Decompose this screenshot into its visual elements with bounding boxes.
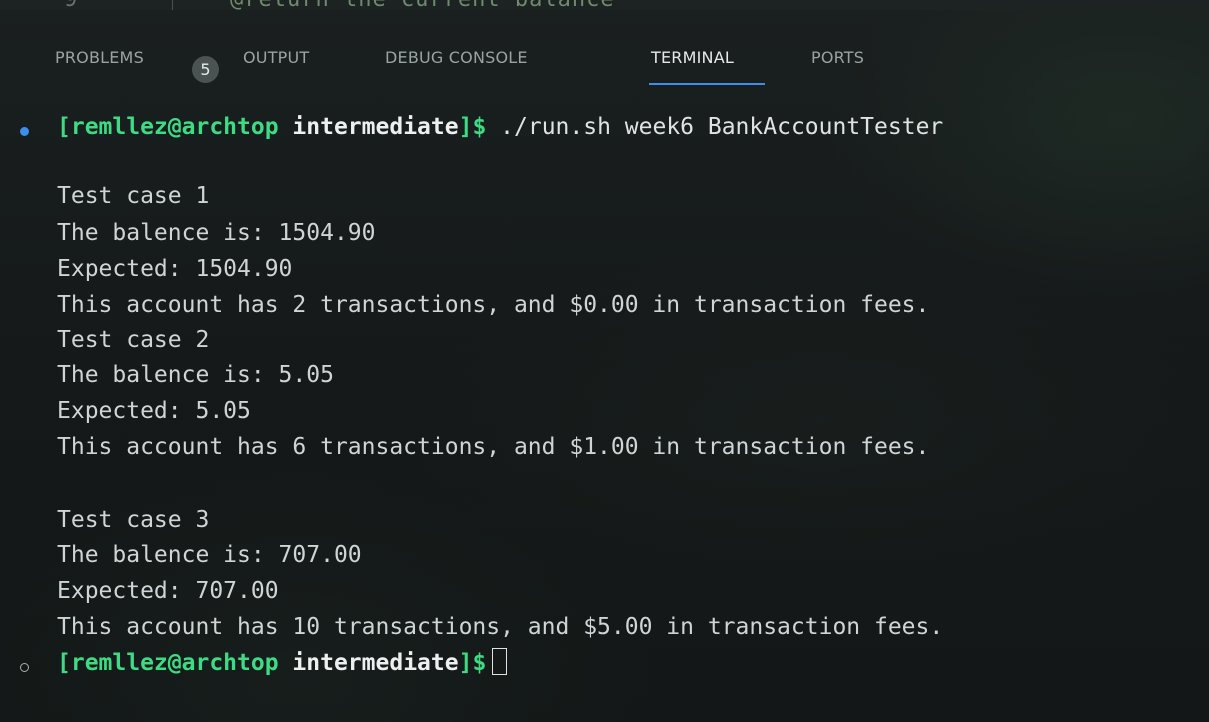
prompt-suffix: ]$: [458, 114, 487, 140]
prompt-directory: intermediate: [292, 650, 459, 676]
output-line: The balence is: 707.00: [57, 542, 362, 568]
output-line: This account has 6 transactions, and $1.…: [57, 434, 930, 460]
terminal-cursor[interactable]: [492, 648, 508, 675]
output-line: Test case 1: [57, 183, 210, 209]
editor-comment-text: @return the current balance: [230, 0, 615, 10]
output-line: The balence is: 1504.90: [57, 220, 376, 246]
prompt-user-host: [remllez@archtop: [57, 650, 279, 676]
tab-terminal[interactable]: TERMINAL: [651, 48, 734, 67]
active-tab-indicator: [649, 83, 765, 85]
output-line: Expected: 707.00: [57, 578, 279, 604]
prompt-suffix: ]$: [458, 650, 487, 676]
tab-output[interactable]: OUTPUT: [243, 48, 309, 67]
editor-peek-strip: 9 @return the current balance: [0, 0, 1209, 10]
terminal-output[interactable]: [remllez@archtop intermediate]$ ./run.sh…: [0, 108, 1209, 722]
output-line: Expected: 1504.90: [57, 256, 293, 282]
tab-debug-console[interactable]: DEBUG CONSOLE: [385, 48, 528, 67]
output-line: Test case 3: [57, 507, 210, 533]
tab-problems[interactable]: PROBLEMS: [55, 48, 144, 67]
output-line: Expected: 5.05: [57, 398, 251, 424]
terminal-prompt-line: [remllez@archtop intermediate]$: [57, 646, 508, 680]
output-line: This account has 10 transactions, and $5…: [57, 614, 944, 640]
prompt-idle-dot-icon: [20, 663, 29, 672]
panel-tab-bar: PROBLEMS 5 OUTPUT DEBUG CONSOLE TERMINAL…: [0, 10, 1209, 96]
output-line: This account has 2 transactions, and $0.…: [57, 292, 930, 318]
output-line: Test case 2: [57, 327, 210, 353]
tab-ports[interactable]: PORTS: [811, 48, 864, 67]
vscode-panel-screen: 9 @return the current balance PROBLEMS 5…: [0, 0, 1209, 722]
output-line: The balence is: 5.05: [57, 362, 334, 388]
terminal-command: ./run.sh week6 BankAccountTester: [500, 114, 944, 140]
prompt-directory: intermediate: [292, 114, 459, 140]
indent-guide: [172, 0, 173, 10]
problems-count-badge: 5: [192, 56, 219, 83]
terminal-prompt-line: [remllez@archtop intermediate]$ ./run.sh…: [57, 110, 943, 144]
editor-line-number: 9: [64, 0, 77, 10]
prompt-user-host: [remllez@archtop: [57, 114, 279, 140]
command-success-dot-icon: [20, 127, 29, 136]
